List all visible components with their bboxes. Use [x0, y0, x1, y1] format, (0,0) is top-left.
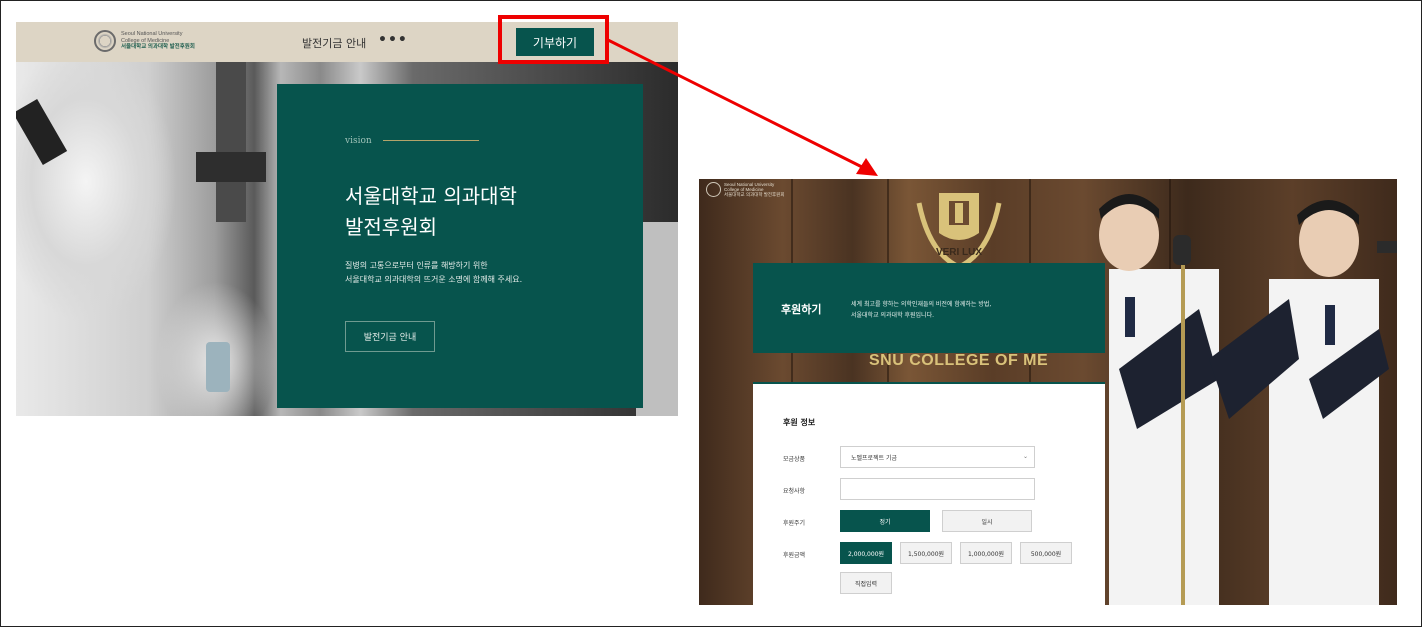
logo-line-3: 서울대학교 의과대학 발전후원회	[724, 192, 785, 197]
hero-card: vision 서울대학교 의과대학 발전후원회 질병의 고통으로부터 인류를 해…	[277, 84, 643, 408]
microscope-image	[216, 62, 246, 222]
university-seal-icon	[706, 182, 721, 197]
amount-option-button[interactable]: 500,000원	[1020, 542, 1072, 564]
request-label: 요청사항	[783, 488, 806, 495]
amount-label: 후원금액	[783, 552, 806, 559]
donation-desc-line-1: 세계 최고를 향하는 의학인재들의 비전에 함께하는 방법,	[851, 301, 992, 308]
cycle-label: 후원주기	[783, 520, 806, 527]
hero-divider	[383, 140, 479, 141]
fund-selected-value: 노벨프로젝트 기금	[851, 455, 898, 462]
fund-select[interactable]: 노벨프로젝트 기금 ⌄	[840, 446, 1035, 468]
students-oath-photo	[1099, 194, 1397, 605]
donation-site-logo[interactable]: Seoul National University College of Med…	[706, 182, 784, 197]
amount-option-button[interactable]: 1,000,000원	[960, 542, 1012, 564]
hero-title-line-2: 발전후원회	[345, 215, 437, 239]
site-logo[interactable]: Seoul National University College of Med…	[94, 30, 195, 52]
veritas-emblem-icon: VERI LUX	[916, 193, 1002, 269]
hero-fund-info-button[interactable]: 발전기금 안내	[345, 321, 435, 352]
microscope-base-image	[196, 152, 266, 182]
podium-banner-text: SNU COLLEGE OF ME	[869, 352, 1049, 369]
homepage-screenshot: Seoul National University College of Med…	[16, 22, 678, 416]
cycle-one-time-button[interactable]: 일시	[942, 510, 1032, 532]
hero-title-line-1: 서울대학교 의과대학	[345, 184, 517, 208]
donation-page-title: 후원하기	[781, 303, 822, 316]
hero-desc-line-1: 질병의 고통으로부터 인류를 해방하기 위한	[345, 261, 488, 270]
university-seal-icon	[94, 30, 116, 52]
custom-amount-button[interactable]: 직접입력	[840, 572, 892, 594]
donation-header-card: 후원하기 세계 최고를 향하는 의학인재들의 비전에 함께하는 방법, 서울대학…	[753, 263, 1105, 353]
hero-description: 질병의 고통으로부터 인류를 해방하기 위한 서울대학교 의과대학의 뜨거운 소…	[345, 259, 625, 287]
donate-button-highlight	[498, 15, 609, 64]
amount-option-button[interactable]: 2,000,000원	[840, 542, 892, 564]
donation-desc-line-2: 서울대학교 의과대학 후원입니다.	[851, 312, 935, 319]
hero-eyebrow: vision	[345, 136, 372, 146]
request-input[interactable]	[840, 478, 1035, 500]
donation-form: 후원 정보 모금상품 노벨프로젝트 기금 ⌄ 요청사항 후원주기 정기 일시 후…	[753, 382, 1105, 605]
pipette-image	[16, 99, 68, 165]
hero-title: 서울대학교 의과대학 발전후원회	[345, 181, 625, 243]
chevron-down-icon: ⌄	[1022, 453, 1028, 460]
emblem-motto: VERI LUX	[936, 247, 982, 258]
nav-fund-info-link[interactable]: 발전기금 안내	[302, 35, 366, 51]
form-section-title: 후원 정보	[783, 418, 816, 427]
logo-line-3: 서울대학교 의과대학 발전후원회	[121, 44, 195, 51]
more-menu-icon[interactable]: •••	[378, 32, 408, 48]
cycle-regular-button[interactable]: 정기	[840, 510, 930, 532]
fund-label: 모금상품	[783, 456, 806, 463]
hero-desc-line-2: 서울대학교 의과대학의 뜨거운 소명에 함께해 주세요.	[345, 275, 523, 284]
donation-page-description: 세계 최고를 향하는 의학인재들의 비전에 함께하는 방법, 서울대학교 의과대…	[851, 299, 1081, 321]
donation-page-screenshot: Seoul National University College of Med…	[699, 179, 1397, 605]
amount-option-button[interactable]: 1,500,000원	[900, 542, 952, 564]
vial-image	[206, 342, 230, 392]
